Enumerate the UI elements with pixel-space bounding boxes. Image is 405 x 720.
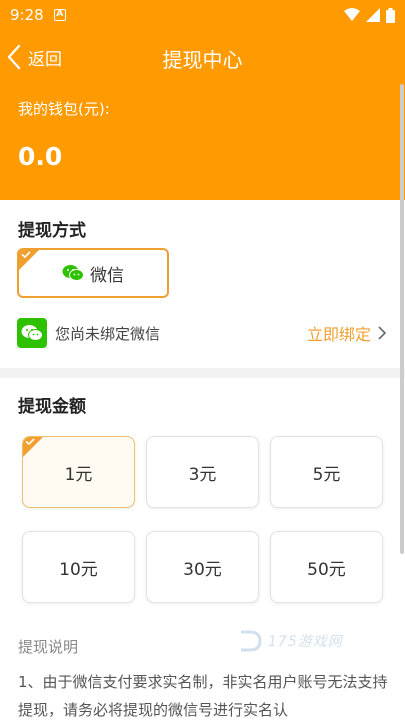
wechat-icon bbox=[62, 265, 84, 281]
watermark: 175游戏网 bbox=[238, 630, 343, 652]
wallet-panel: 我的钱包(元): 0.0 bbox=[0, 84, 405, 200]
check-icon bbox=[25, 438, 35, 445]
status-indicators bbox=[344, 7, 395, 23]
amount-option-1[interactable]: 1元 bbox=[22, 436, 135, 508]
scrollbar[interactable] bbox=[400, 84, 404, 554]
amount-option-3[interactable]: 3元 bbox=[146, 436, 259, 508]
amount-title: 提现金额 bbox=[18, 397, 86, 417]
amount-option-label: 10元 bbox=[59, 559, 98, 580]
method-title: 提现方式 bbox=[18, 221, 86, 241]
status-bar: 9:28 A bbox=[0, 0, 405, 30]
chevron-right-icon bbox=[378, 326, 387, 340]
signal-icon bbox=[366, 8, 380, 22]
withdraw-screen: 9:28 A 返回 提现中心 我的钱包(元): 0.0 提现方式 微信 您尚未绑… bbox=[0, 0, 405, 720]
description-text: 1、由于微信支付要求实名制，非实名用户账号无法支持提现，请务必将提现的微信号进行… bbox=[18, 673, 388, 719]
wifi-icon bbox=[344, 8, 360, 21]
wallet-label: 我的钱包(元): bbox=[18, 100, 110, 118]
amount-option-label: 50元 bbox=[307, 559, 346, 580]
status-time: 9:28 bbox=[10, 6, 44, 24]
page-title: 提现中心 bbox=[162, 48, 243, 72]
amount-option-30[interactable]: 30元 bbox=[146, 531, 259, 603]
check-icon bbox=[21, 251, 31, 258]
bind-now-label: 立即绑定 bbox=[306, 325, 371, 344]
withdraw-method-card: 提现方式 微信 您尚未绑定微信 立即绑定 bbox=[0, 200, 405, 368]
watermark-text: 175游戏网 bbox=[268, 634, 343, 650]
amount-option-label: 1元 bbox=[64, 464, 93, 485]
watermark-logo-icon bbox=[241, 630, 262, 652]
method-option-label: 微信 bbox=[90, 265, 124, 286]
notification-icon: A bbox=[53, 9, 66, 21]
wechat-logo-icon bbox=[17, 318, 47, 348]
amount-option-label: 3元 bbox=[188, 464, 217, 485]
battery-icon bbox=[386, 7, 395, 23]
amount-option-50[interactable]: 50元 bbox=[270, 531, 383, 603]
bind-now-button[interactable]: 立即绑定 bbox=[307, 321, 387, 345]
bind-wechat-row: 您尚未绑定微信 立即绑定 bbox=[17, 317, 387, 349]
withdraw-amount-card: 提现金额 1元 3元 5元 10元 30元 50元 提现说明 175游戏网 1、… bbox=[0, 378, 405, 720]
amount-option-label: 5元 bbox=[312, 464, 341, 485]
amount-option-label: 30元 bbox=[183, 559, 222, 580]
bind-prompt: 您尚未绑定微信 bbox=[55, 324, 161, 343]
wallet-amount: 0.0 bbox=[18, 142, 63, 171]
amount-option-10[interactable]: 10元 bbox=[22, 531, 135, 603]
amount-option-5[interactable]: 5元 bbox=[270, 436, 383, 508]
description-title: 提现说明 bbox=[18, 638, 79, 656]
nav-bar: 返回 提现中心 bbox=[0, 30, 405, 84]
wechat-method-option[interactable]: 微信 bbox=[17, 248, 169, 298]
